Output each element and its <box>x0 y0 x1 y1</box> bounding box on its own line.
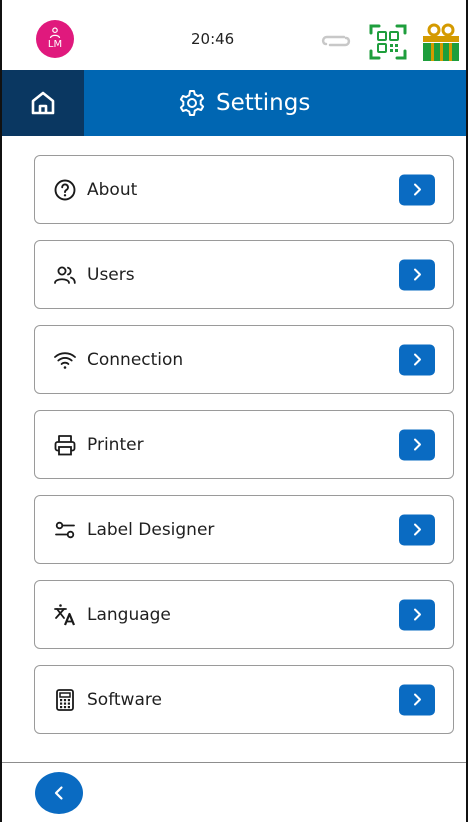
user-avatar[interactable]: LM <box>36 20 74 58</box>
menu-item-label: Label Designer <box>87 519 215 540</box>
menu-item-label: Software <box>87 689 162 710</box>
language-open-button[interactable] <box>399 599 435 630</box>
chevron-right-icon <box>414 268 421 281</box>
clock: 20:46 <box>191 30 235 48</box>
question-circle-icon <box>54 179 76 200</box>
menu-item-connection[interactable]: Connection <box>34 325 454 394</box>
chevron-right-icon <box>414 353 421 366</box>
users-open-button[interactable] <box>399 259 435 290</box>
gift-box-icon[interactable] <box>420 22 462 62</box>
settings-screen: LM 20:46 Settings About Users Connection… <box>0 0 468 822</box>
chevron-right-icon <box>414 608 421 621</box>
status-bar: LM 20:46 <box>2 0 466 70</box>
connection-open-button[interactable] <box>399 344 435 375</box>
home-icon <box>31 91 55 115</box>
label-designer-open-button[interactable] <box>399 514 435 545</box>
menu-item-label: Users <box>87 264 135 285</box>
menu-item-language[interactable]: Language <box>34 580 454 649</box>
sliders-icon <box>55 521 75 538</box>
chevron-left-icon <box>54 786 63 800</box>
menu-item-printer[interactable]: Printer <box>34 410 454 479</box>
menu-item-label: Connection <box>87 349 184 370</box>
header-bar: Settings <box>2 70 466 136</box>
chevron-right-icon <box>414 523 421 536</box>
menu-item-label: Language <box>87 604 171 625</box>
home-button[interactable] <box>2 70 84 136</box>
footer-divider <box>2 762 466 763</box>
menu-item-label: About <box>87 179 138 200</box>
printer-open-button[interactable] <box>399 429 435 460</box>
qr-scan-icon[interactable] <box>368 22 408 62</box>
menu-item-label-designer[interactable]: Label Designer <box>34 495 454 564</box>
chevron-right-icon <box>414 438 421 451</box>
menu-item-users[interactable]: Users <box>34 240 454 309</box>
menu-item-label: Printer <box>87 434 144 455</box>
chevron-right-icon <box>414 183 421 196</box>
header-title: Settings <box>178 70 310 136</box>
about-open-button[interactable] <box>399 174 435 205</box>
printer-icon <box>54 434 76 455</box>
users-icon <box>54 266 76 284</box>
user-initials: LM <box>47 38 63 50</box>
gear-icon <box>179 90 205 116</box>
chevron-right-icon <box>414 693 421 706</box>
sync-icon[interactable] <box>318 30 354 52</box>
calculator-icon <box>56 688 74 711</box>
back-button[interactable] <box>35 772 83 814</box>
wifi-icon <box>54 351 76 369</box>
software-open-button[interactable] <box>399 684 435 715</box>
menu-item-about[interactable]: About <box>34 155 454 224</box>
page-title: Settings <box>216 90 311 116</box>
user-icon <box>49 26 61 38</box>
menu-item-software[interactable]: Software <box>34 665 454 734</box>
translate-icon <box>54 603 76 625</box>
